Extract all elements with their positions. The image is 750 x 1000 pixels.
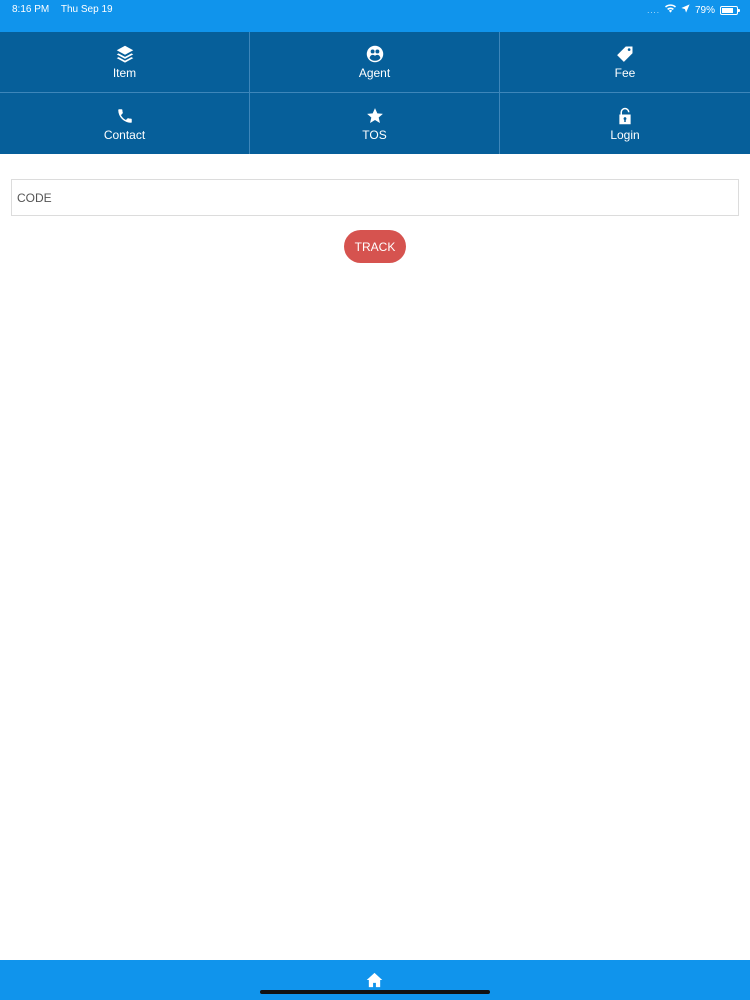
wifi-icon bbox=[664, 4, 676, 16]
status-time: 8:16 PM bbox=[12, 4, 50, 15]
home-icon[interactable] bbox=[366, 972, 383, 988]
menu-item-label: Agent bbox=[358, 66, 391, 80]
home-indicator[interactable] bbox=[260, 990, 490, 994]
menu-item-label: Fee bbox=[614, 66, 636, 80]
tracking-code-input[interactable] bbox=[11, 179, 739, 216]
menu-item-label: Contact bbox=[103, 127, 146, 142]
users-circle-icon bbox=[365, 44, 385, 64]
menu-item-label: Item bbox=[112, 66, 137, 80]
layers-icon bbox=[115, 44, 135, 64]
battery-percent: 79% bbox=[694, 4, 715, 16]
menu-item-tos[interactable]: TOS bbox=[250, 93, 500, 154]
signal-dots: .... bbox=[647, 5, 660, 15]
phone-icon bbox=[115, 106, 135, 126]
menu-item-agent[interactable]: Agent bbox=[250, 32, 500, 93]
menu-item-item[interactable]: Item bbox=[0, 32, 250, 93]
unlock-icon bbox=[615, 106, 635, 126]
status-bar: 8:16 PM Thu Sep 19 .... 79% bbox=[0, 0, 750, 32]
menu-item-login[interactable]: Login bbox=[500, 93, 750, 154]
menu-item-label: Login bbox=[610, 127, 640, 142]
star-icon bbox=[365, 106, 385, 126]
menu-item-contact[interactable]: Contact bbox=[0, 93, 250, 154]
price-tag-icon bbox=[615, 44, 635, 64]
location-arrow-icon bbox=[681, 4, 690, 16]
battery-icon bbox=[720, 5, 740, 15]
track-button[interactable]: TRACK bbox=[344, 230, 406, 263]
status-date: Thu Sep 19 bbox=[60, 4, 113, 15]
status-left: 8:16 PM Thu Sep 19 bbox=[12, 4, 122, 15]
menu-item-fee[interactable]: Fee bbox=[500, 32, 750, 93]
bottom-bar bbox=[0, 960, 750, 1000]
menu-item-label: TOS bbox=[362, 127, 387, 142]
status-right: .... 79% bbox=[647, 4, 740, 16]
main-menu: Item Agent Fee Contact TOS Login bbox=[0, 32, 750, 154]
